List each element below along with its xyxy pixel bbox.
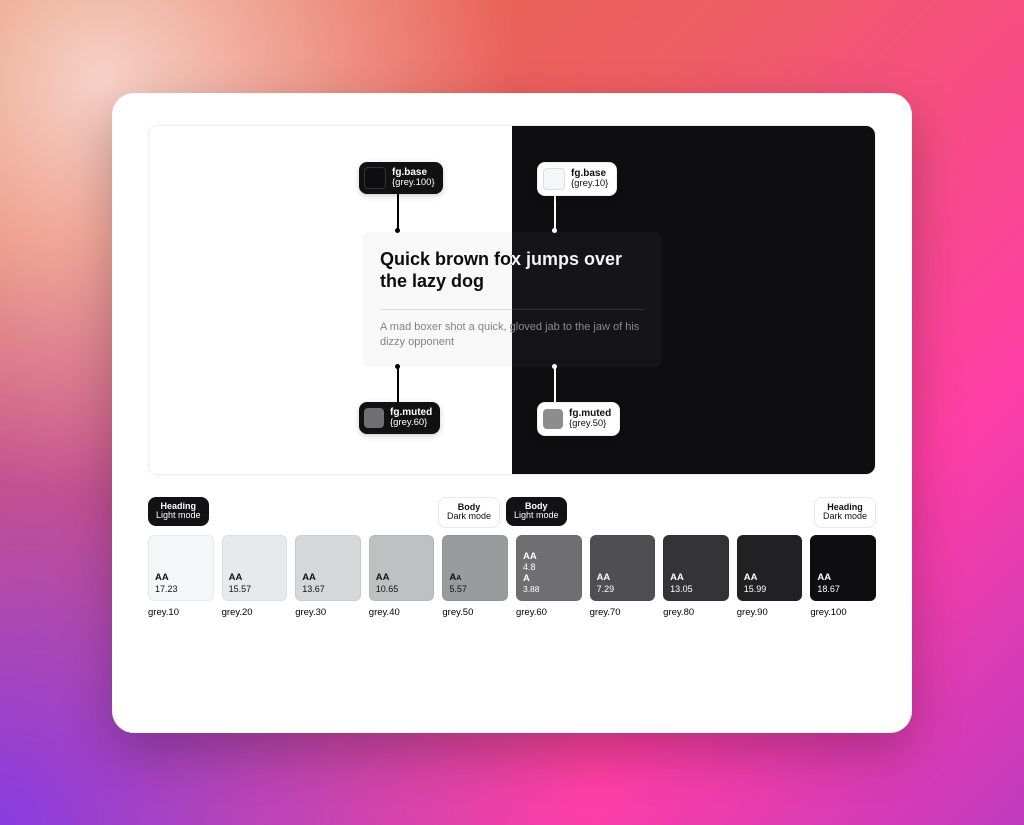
swatch-grey-20: AA15.57grey.20 (222, 535, 288, 618)
divider (380, 309, 644, 310)
label-body-light: BodyLight mode (506, 497, 567, 527)
swatch-grey-100: AA18.67grey.100 (810, 535, 876, 618)
swatch-grey-80: AA13.05grey.80 (663, 535, 729, 618)
tag-fg-muted-dark: fg.muted{grey.50} (537, 402, 620, 436)
preview-body: A mad boxer shot a quick, gloved jab to … (380, 320, 644, 352)
tag-fg-muted-light: fg.muted{grey.60} (359, 402, 440, 434)
label-heading-dark: HeadingDark mode (814, 497, 876, 529)
preview-textbox: Quick brown fox jumps over the lazy dog … (362, 232, 662, 368)
swatch-grey-10: AA17.23grey.10 (148, 535, 214, 618)
swatch-grey-30: AA13.67grey.30 (295, 535, 361, 618)
swatch-grey-40: AA10.65grey.40 (369, 535, 435, 618)
swatch-icon (543, 168, 565, 190)
preview-split: fg.base{grey.100} fg.base{grey.10} Quick… (148, 125, 876, 475)
preview-heading: Quick brown fox jumps over the lazy dog (380, 248, 644, 293)
tag-fg-base-light: fg.base{grey.100} (359, 162, 443, 194)
swatch-icon (364, 408, 384, 428)
swatch-icon (364, 167, 386, 189)
swatch-grey-60: AA4.8A3.88grey.60 (516, 535, 582, 618)
tag-fg-base-dark: fg.base{grey.10} (537, 162, 617, 196)
swatch-grey-50: AA5.57grey.50 (442, 535, 508, 618)
swatch-grey-90: AA15.99grey.90 (737, 535, 803, 618)
palette-row: AA17.23grey.10AA15.57grey.20AA13.67grey.… (148, 535, 876, 618)
label-body-dark: BodyDark mode (438, 497, 500, 529)
swatch-icon (543, 409, 563, 429)
design-token-card: fg.base{grey.100} fg.base{grey.10} Quick… (112, 93, 912, 733)
swatch-grey-70: AA7.29grey.70 (590, 535, 656, 618)
label-heading-light: HeadingLight mode (148, 497, 209, 527)
palette-labels: HeadingLight mode BodyDark mode BodyLigh… (148, 497, 876, 527)
